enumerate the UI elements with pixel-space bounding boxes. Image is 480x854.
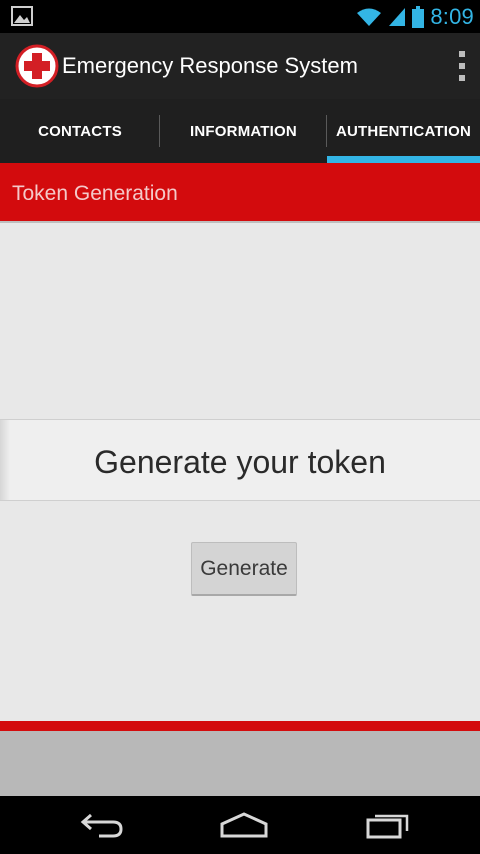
back-button[interactable] <box>62 796 142 854</box>
recents-button[interactable] <box>348 796 428 854</box>
wifi-icon <box>357 8 382 26</box>
tab-bar: CONTACTS INFORMATION AUTHENTICATION <box>0 99 480 163</box>
selected-tab-indicator <box>327 156 480 163</box>
section-header-label: Token Generation <box>12 182 178 205</box>
tab-information-label: INFORMATION <box>190 122 297 140</box>
home-button[interactable] <box>204 796 284 854</box>
generate-button[interactable]: Generate <box>191 542 297 596</box>
red-cross-icon[interactable] <box>15 44 59 88</box>
recents-icon <box>366 814 409 839</box>
battery-icon <box>412 5 425 28</box>
image-notification-icon <box>11 6 33 26</box>
overflow-menu-icon[interactable] <box>458 51 466 81</box>
app-title: Emergency Response System <box>62 53 358 78</box>
footer-gray-area <box>0 731 480 796</box>
footer-red-bar <box>0 721 480 731</box>
home-icon <box>220 812 268 838</box>
tab-information[interactable]: INFORMATION <box>160 99 327 163</box>
section-header: Token Generation <box>0 163 480 221</box>
status-bar: 8:09 <box>0 0 480 33</box>
status-time: 8:09 <box>430 3 474 29</box>
tab-authentication[interactable]: AUTHENTICATION <box>327 99 480 163</box>
action-bar: Emergency Response System <box>0 33 480 99</box>
tab-authentication-label: AUTHENTICATION <box>335 122 471 140</box>
token-banner-label: Generate your token <box>94 444 386 480</box>
tab-contacts-label: CONTACTS <box>38 122 122 140</box>
navigation-bar <box>0 796 480 854</box>
tab-contacts[interactable]: CONTACTS <box>0 99 160 163</box>
status-icons: 8:09 <box>356 0 480 33</box>
token-banner: Generate your token <box>0 419 480 501</box>
section-divider <box>0 221 480 223</box>
back-icon <box>80 813 123 838</box>
cell-signal-icon <box>389 7 406 26</box>
